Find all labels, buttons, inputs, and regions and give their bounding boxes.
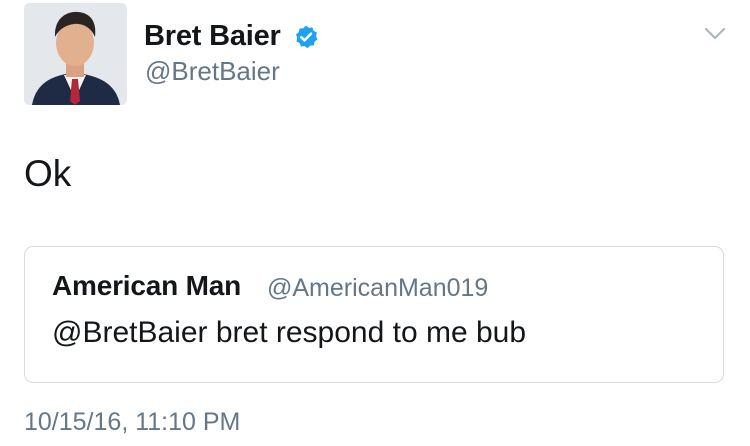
- chevron-down-icon[interactable]: [704, 27, 726, 41]
- avatar-photo: [24, 3, 127, 105]
- quoted-tweet-card[interactable]: American Man @AmericanMan019 @BretBaier …: [24, 246, 724, 383]
- tweet-text: Ok: [24, 153, 72, 194]
- author-handle[interactable]: @BretBaier: [145, 55, 280, 87]
- quoted-tweet-text: @BretBaier bret respond to me bub: [52, 316, 527, 349]
- author-display-name[interactable]: Bret Baier: [144, 19, 281, 53]
- quoted-display-name: American Man: [52, 270, 241, 301]
- tweet: Bret Baier @BretBaier Ok American Man @A…: [0, 0, 750, 446]
- tweet-timestamp[interactable]: 10/15/16, 11:10 PM: [24, 406, 240, 438]
- avatar[interactable]: [24, 3, 127, 105]
- verified-badge-icon: [296, 25, 318, 49]
- quoted-handle: @AmericanMan019: [267, 274, 489, 302]
